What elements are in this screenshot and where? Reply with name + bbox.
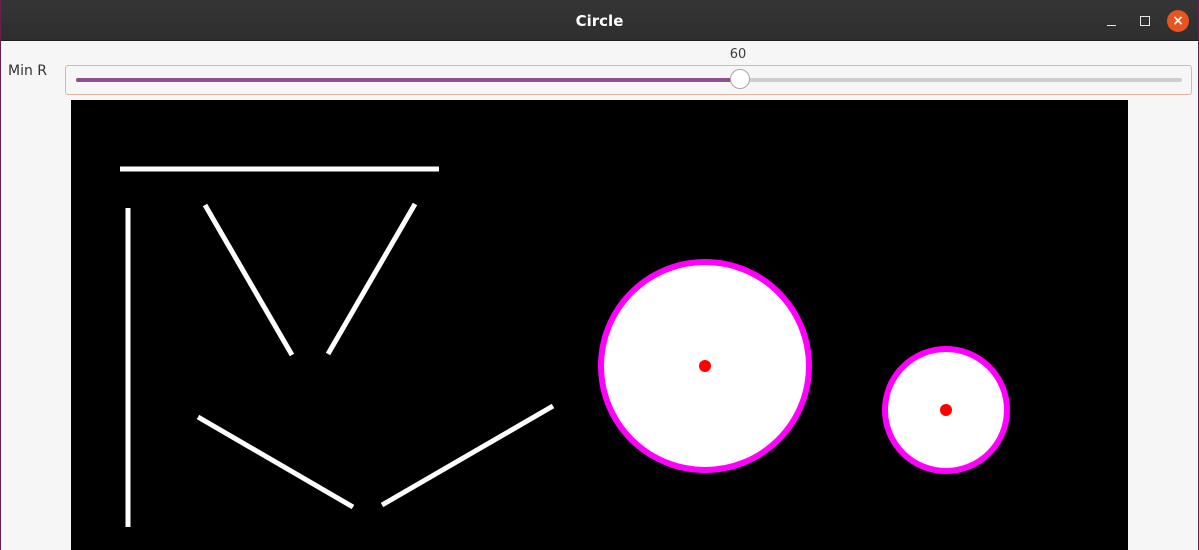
close-icon: × [1167,10,1189,32]
maximize-button[interactable] [1134,10,1156,32]
app-window: Circle × Min R 60 [0,0,1199,550]
title-bar[interactable]: Circle × [1,0,1198,41]
slider-handle[interactable] [729,69,750,89]
maximize-icon [1140,16,1150,26]
min-r-label: Min R [8,63,48,79]
canvas-svg [71,100,1128,550]
slider-fill [76,78,740,82]
slider-track[interactable] [76,78,1182,82]
close-button[interactable]: × [1167,10,1189,32]
circle-center-small [940,404,952,416]
minimize-icon [1106,24,1116,26]
minimize-button[interactable] [1100,10,1122,32]
min-r-slider[interactable] [65,65,1192,95]
image-canvas [71,100,1128,550]
window-title: Circle [575,12,624,30]
slider-value-label: 60 [729,47,747,62]
circle-center-large [699,360,711,372]
